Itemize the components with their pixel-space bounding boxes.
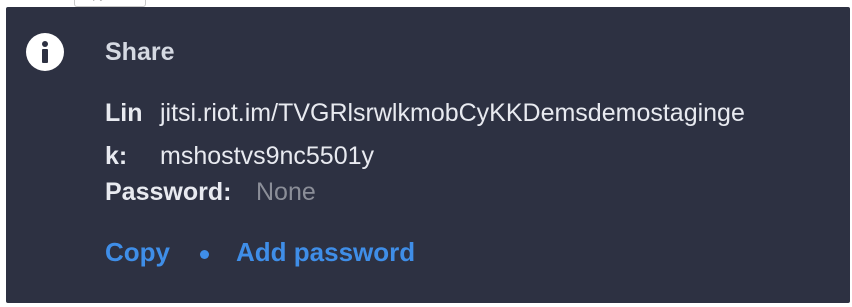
bullet-dot-icon [200, 250, 209, 259]
bottom-strip [0, 303, 852, 307]
link-label-part2: k: [105, 142, 128, 170]
info-icon [26, 33, 64, 71]
password-label: Password: [105, 178, 232, 206]
copy-link-button[interactable]: Copy [105, 237, 170, 267]
password-value: None [256, 178, 316, 206]
link-url-line2[interactable]: mshostvs9nc5501y [160, 141, 374, 171]
share-title: Share [105, 38, 175, 66]
add-password-button[interactable]: Add password [236, 237, 415, 267]
link-label-part1: Lin [105, 99, 143, 127]
link-url-line1[interactable]: jitsi.riot.im/TVGRlsrwlkmobCyKKDemsdemos… [160, 98, 745, 128]
copy-tab-fragment: opy [74, 0, 146, 7]
copy-tab-text: opy [85, 0, 106, 2]
